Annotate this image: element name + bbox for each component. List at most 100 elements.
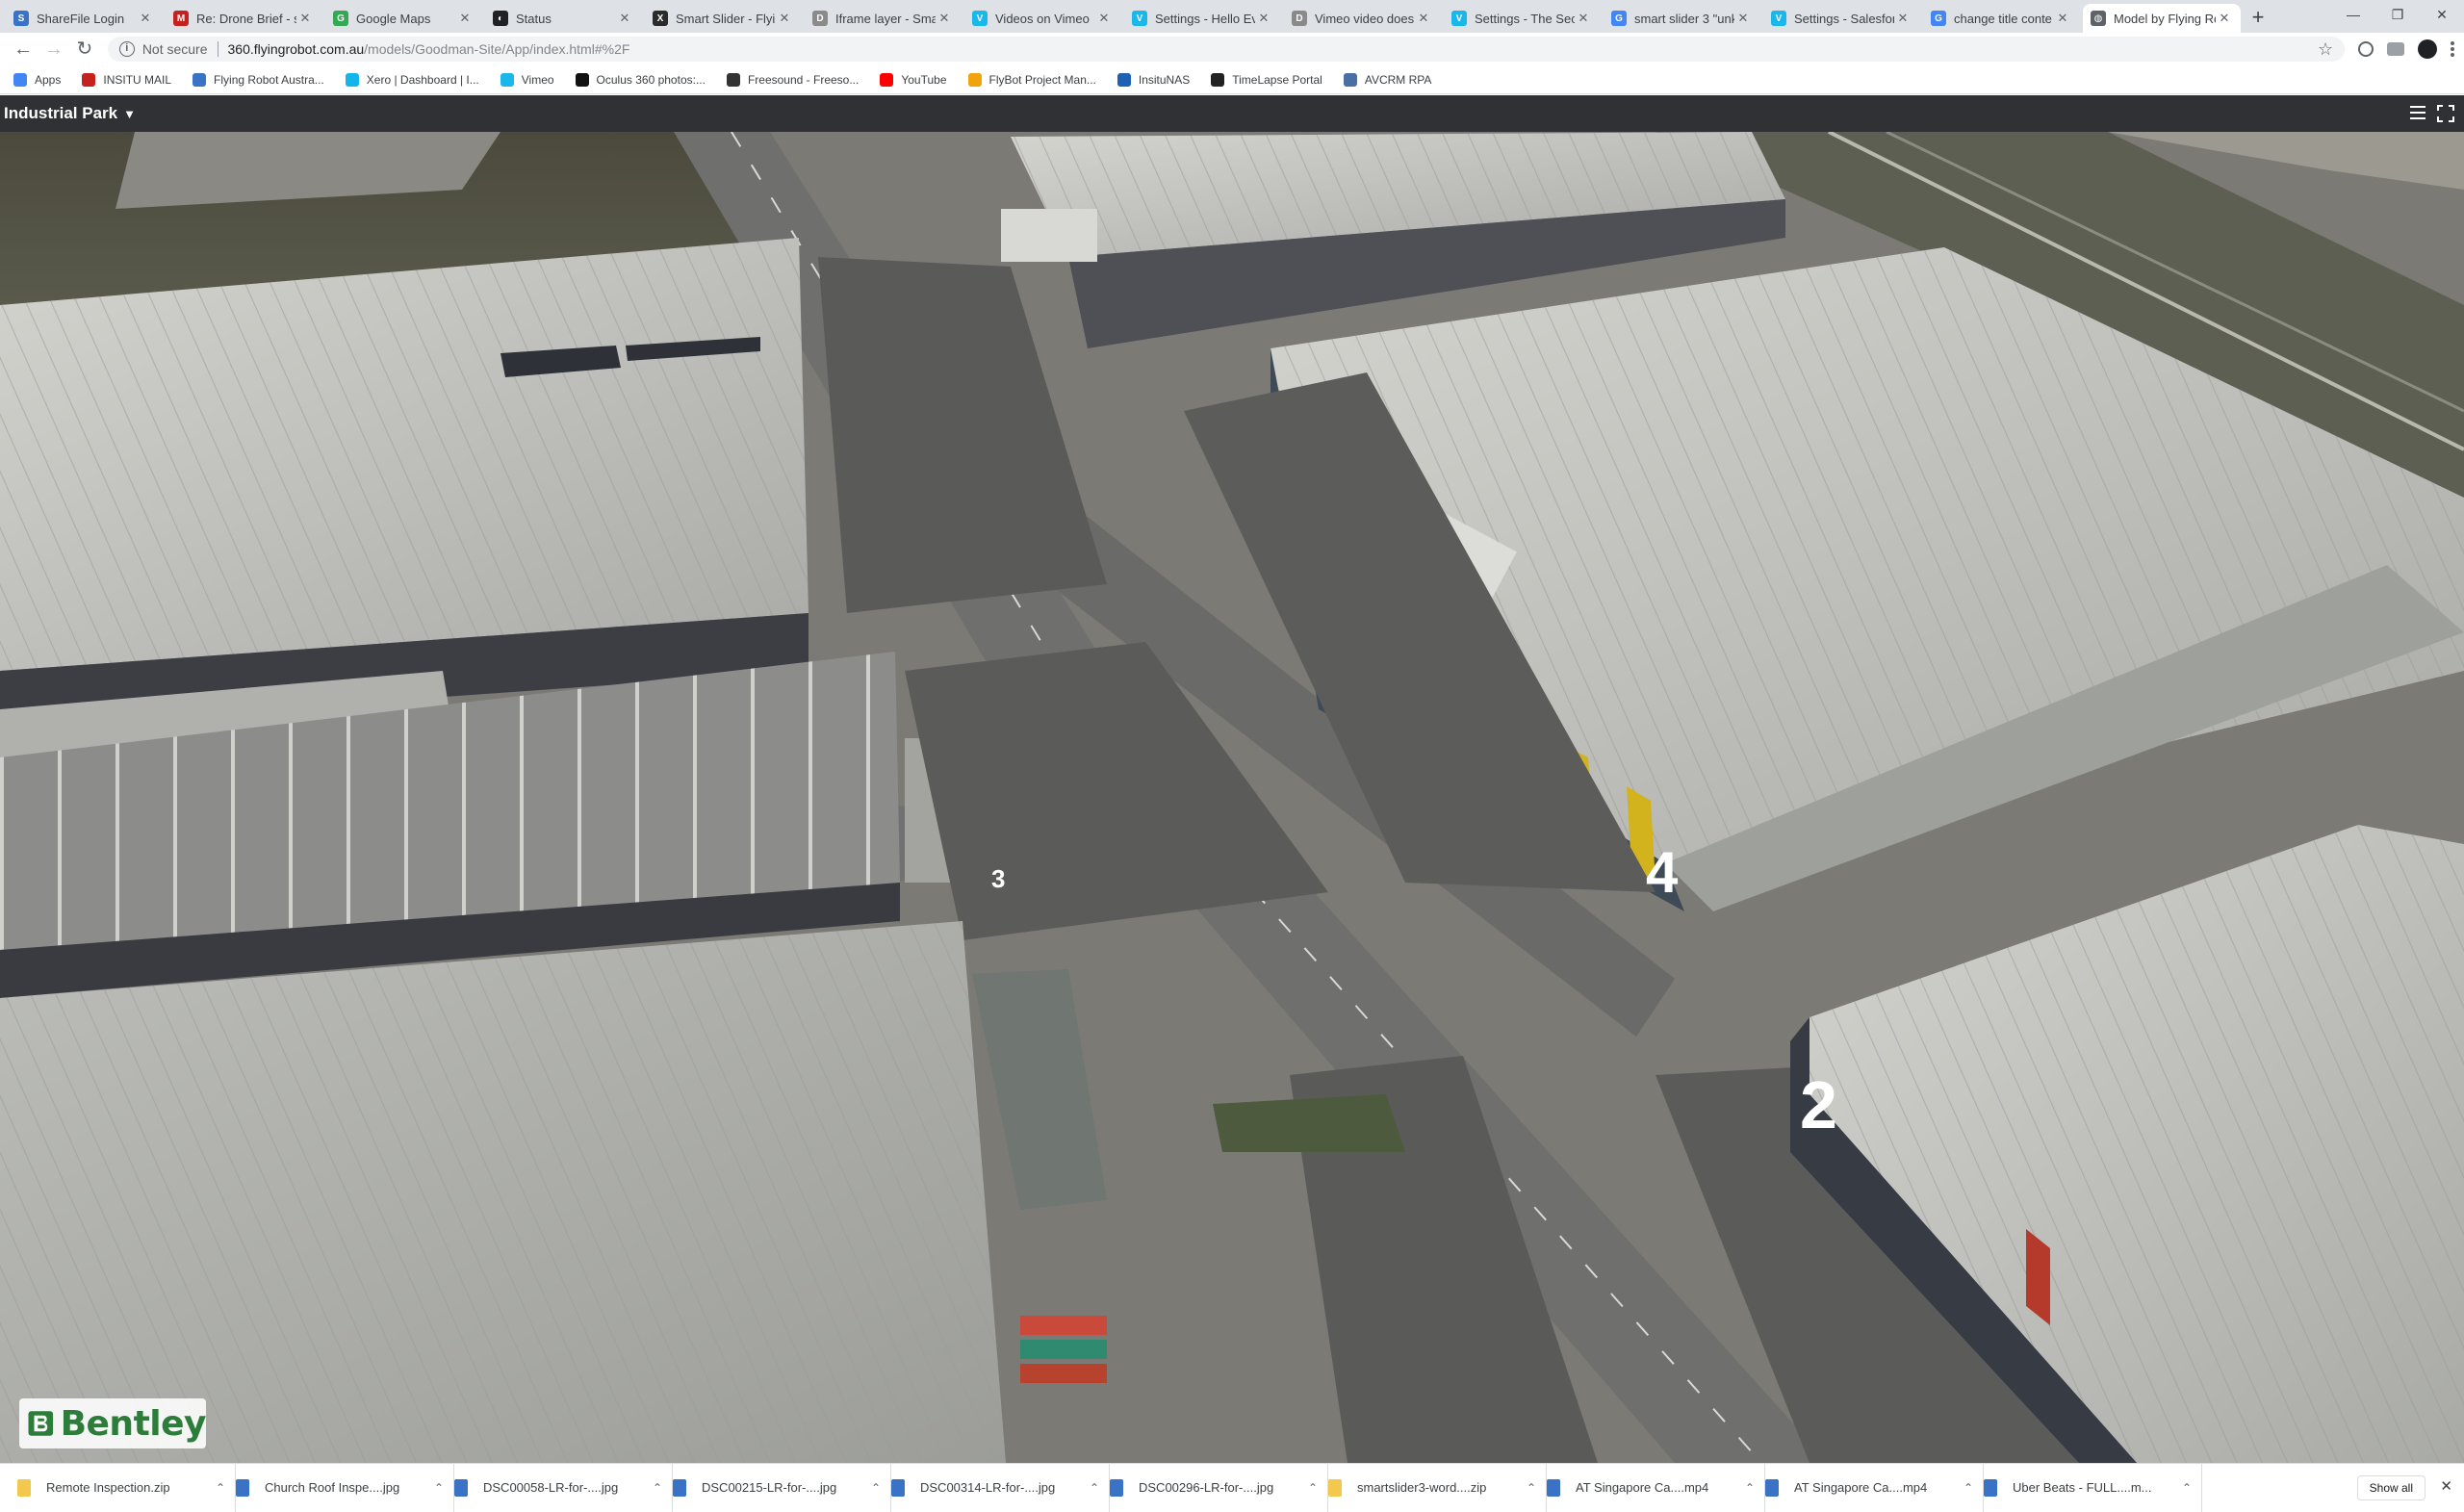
download-item[interactable]: AT Singapore Ca....mp4 ⌃ bbox=[1765, 1463, 1984, 1512]
bookmark-item[interactable]: Freesound - Freeso... bbox=[726, 72, 859, 87]
browser-tab[interactable]: V Videos on Vimeo ✕ bbox=[964, 4, 1120, 33]
close-tab-icon[interactable]: ✕ bbox=[936, 11, 953, 26]
download-filename: DSC00215-LR-for-....jpg bbox=[702, 1480, 837, 1495]
bookmark-item[interactable]: YouTube bbox=[880, 72, 947, 87]
close-tab-icon[interactable]: ✕ bbox=[1894, 11, 1912, 26]
close-tab-icon[interactable]: ✕ bbox=[1255, 11, 1272, 26]
google-icon: G bbox=[1611, 11, 1627, 26]
download-item[interactable]: DSC00058-LR-for-....jpg ⌃ bbox=[454, 1463, 673, 1512]
browser-tab[interactable]: V Settings - Hello Ev ✕ bbox=[1124, 4, 1280, 33]
close-tab-icon[interactable]: ✕ bbox=[137, 11, 154, 26]
url-host[interactable]: 360.flyingrobot.com.au bbox=[228, 41, 365, 57]
gmail-icon: M bbox=[173, 11, 189, 26]
bookmark-item[interactable]: TimeLapse Portal bbox=[1211, 72, 1322, 87]
forward-button[interactable]: → bbox=[40, 36, 67, 63]
download-filename: AT Singapore Ca....mp4 bbox=[1576, 1480, 1709, 1495]
download-item[interactable]: DSC00215-LR-for-....jpg ⌃ bbox=[673, 1463, 891, 1512]
close-tab-icon[interactable]: ✕ bbox=[776, 11, 793, 26]
close-tab-icon[interactable]: ✕ bbox=[616, 11, 633, 26]
chevron-up-icon[interactable]: ⌃ bbox=[1527, 1481, 1536, 1495]
tabs-container: S ShareFile Login ✕ M Re: Drone Brief - su ✕ G… bbox=[6, 4, 2245, 33]
chevron-up-icon[interactable]: ⌃ bbox=[1964, 1481, 1973, 1495]
close-tab-icon[interactable]: ✕ bbox=[2054, 11, 2071, 26]
close-tab-icon[interactable]: ✕ bbox=[1734, 11, 1752, 26]
close-tab-icon[interactable]: ✕ bbox=[456, 11, 474, 26]
download-item[interactable]: DSC00296-LR-for-....jpg ⌃ bbox=[1110, 1463, 1328, 1512]
caret-down-icon[interactable]: ▼ bbox=[123, 107, 136, 121]
sharefile-icon: S bbox=[13, 11, 29, 26]
tab-title: Videos on Vimeo bbox=[995, 11, 1090, 26]
browser-tab[interactable]: Gsmart slider 3 "unk ✕ bbox=[1604, 4, 1759, 33]
status-icon: ◐ bbox=[493, 11, 508, 26]
browser-tab[interactable]: S ShareFile Login ✕ bbox=[6, 4, 162, 33]
url-path[interactable]: /models/Goodman-Site/App/index.html#%2F bbox=[364, 41, 629, 57]
browser-tab[interactable]: V Settings - The Seci ✕ bbox=[1444, 4, 1600, 33]
close-tab-icon[interactable]: ✕ bbox=[296, 11, 314, 26]
address-bar[interactable]: i Not secure 360.flyingrobot.com.au /mod… bbox=[107, 37, 2346, 62]
browser-tab[interactable]: ◍ Model by Flying Ro ✕ bbox=[2083, 4, 2241, 33]
file-icon bbox=[454, 1478, 468, 1497]
download-item[interactable]: AT Singapore Ca....mp4 ⌃ bbox=[1547, 1463, 1765, 1512]
cast-icon[interactable] bbox=[2387, 42, 2405, 56]
browser-tab[interactable]: G Google Maps ✕ bbox=[325, 4, 481, 33]
browser-tab[interactable]: D Vimeo video doesn ✕ bbox=[1284, 4, 1440, 33]
fullscreen-icon[interactable] bbox=[2437, 105, 2454, 122]
download-item[interactable]: DSC00314-LR-for-....jpg ⌃ bbox=[891, 1463, 1110, 1512]
vimeo-icon bbox=[500, 72, 514, 87]
chevron-up-icon[interactable]: ⌃ bbox=[653, 1481, 662, 1495]
bookmark-item[interactable]: Flying Robot Austra... bbox=[192, 72, 324, 87]
apps-grid-icon bbox=[13, 72, 27, 87]
bookmark-star-icon[interactable]: ☆ bbox=[2318, 39, 2333, 60]
browser-tab[interactable]: X Smart Slider - Flying✕ bbox=[645, 4, 801, 33]
bookmark-item[interactable]: Apps bbox=[13, 72, 62, 87]
more-menu-icon[interactable] bbox=[2451, 41, 2455, 57]
bookmarks-bar: Apps INSITU MAIL Flying Robot Austra... Xer… bbox=[0, 65, 2464, 94]
close-tab-icon[interactable]: ✕ bbox=[1415, 11, 1432, 26]
chevron-up-icon[interactable]: ⌃ bbox=[1090, 1481, 1099, 1495]
close-tab-icon[interactable]: ✕ bbox=[1095, 11, 1113, 26]
extension-icon[interactable] bbox=[2358, 41, 2374, 57]
bookmark-item[interactable]: Xero | Dashboard | I... bbox=[345, 72, 479, 87]
menu-icon[interactable] bbox=[2410, 106, 2426, 119]
minimize-button[interactable]: — bbox=[2331, 0, 2375, 29]
bookmark-item[interactable]: InsituNAS bbox=[1116, 72, 1190, 87]
new-tab-button[interactable]: + bbox=[2245, 4, 2272, 33]
chevron-up-icon[interactable]: ⌃ bbox=[2182, 1481, 2192, 1495]
not-secure-label[interactable]: Not secure bbox=[142, 41, 208, 57]
chevron-up-icon[interactable]: ⌃ bbox=[434, 1481, 444, 1495]
browser-tab[interactable]: ◐ Status ✕ bbox=[485, 4, 641, 33]
bookmark-item[interactable]: AVCRM RPA bbox=[1343, 72, 1431, 87]
bookmark-item[interactable]: Vimeo bbox=[500, 72, 554, 87]
browser-tab[interactable]: D Iframe layer - Smar ✕ bbox=[805, 4, 961, 33]
download-filename: DSC00296-LR-for-....jpg bbox=[1139, 1480, 1274, 1495]
browser-tab[interactable]: M Re: Drone Brief - su ✕ bbox=[166, 4, 321, 33]
chevron-up-icon[interactable]: ⌃ bbox=[1745, 1481, 1755, 1495]
bookmark-item[interactable]: Oculus 360 photos:... bbox=[575, 72, 706, 87]
bookmark-item[interactable]: FlyBot Project Man... bbox=[967, 72, 1096, 87]
show-all-downloads-button[interactable]: Show all bbox=[2356, 1475, 2426, 1500]
maximize-button[interactable]: ❐ bbox=[2375, 0, 2420, 29]
info-icon[interactable]: i bbox=[118, 41, 135, 57]
back-button[interactable]: ← bbox=[10, 36, 37, 63]
chevron-up-icon[interactable]: ⌃ bbox=[216, 1481, 225, 1495]
bookmark-label: Apps bbox=[35, 72, 62, 87]
close-tab-icon[interactable]: ✕ bbox=[2216, 11, 2233, 26]
model-title-dropdown[interactable]: Industrial Park bbox=[4, 104, 117, 123]
aerial-3d-scene[interactable]: 4 3 2 bbox=[0, 132, 2464, 1463]
browser-tab[interactable]: V Settings - Salesfor ✕ bbox=[1763, 4, 1919, 33]
close-window-button[interactable]: ✕ bbox=[2420, 0, 2464, 29]
close-download-shelf-button[interactable]: ✕ bbox=[2440, 1477, 2452, 1495]
profile-avatar[interactable] bbox=[2418, 39, 2438, 59]
bookmark-item[interactable]: INSITU MAIL bbox=[82, 72, 171, 87]
chevron-up-icon[interactable]: ⌃ bbox=[871, 1481, 881, 1495]
bookmark-label: Vimeo bbox=[521, 72, 554, 87]
close-tab-icon[interactable]: ✕ bbox=[1575, 11, 1592, 26]
chevron-up-icon[interactable]: ⌃ bbox=[1308, 1481, 1318, 1495]
download-item[interactable]: smartslider3-word....zip ⌃ bbox=[1328, 1463, 1547, 1512]
3d-model-viewport[interactable]: 4 3 2 Bentley bbox=[0, 132, 2464, 1463]
download-item[interactable]: Remote Inspection.zip ⌃ bbox=[17, 1463, 236, 1512]
download-item[interactable]: Church Roof Inspe....jpg ⌃ bbox=[236, 1463, 454, 1512]
browser-tab[interactable]: Gchange title conte ✕ bbox=[1923, 4, 2079, 33]
reload-button[interactable]: ↻ bbox=[71, 36, 98, 63]
download-item[interactable]: Uber Beats - FULL....m... ⌃ bbox=[1984, 1463, 2202, 1512]
